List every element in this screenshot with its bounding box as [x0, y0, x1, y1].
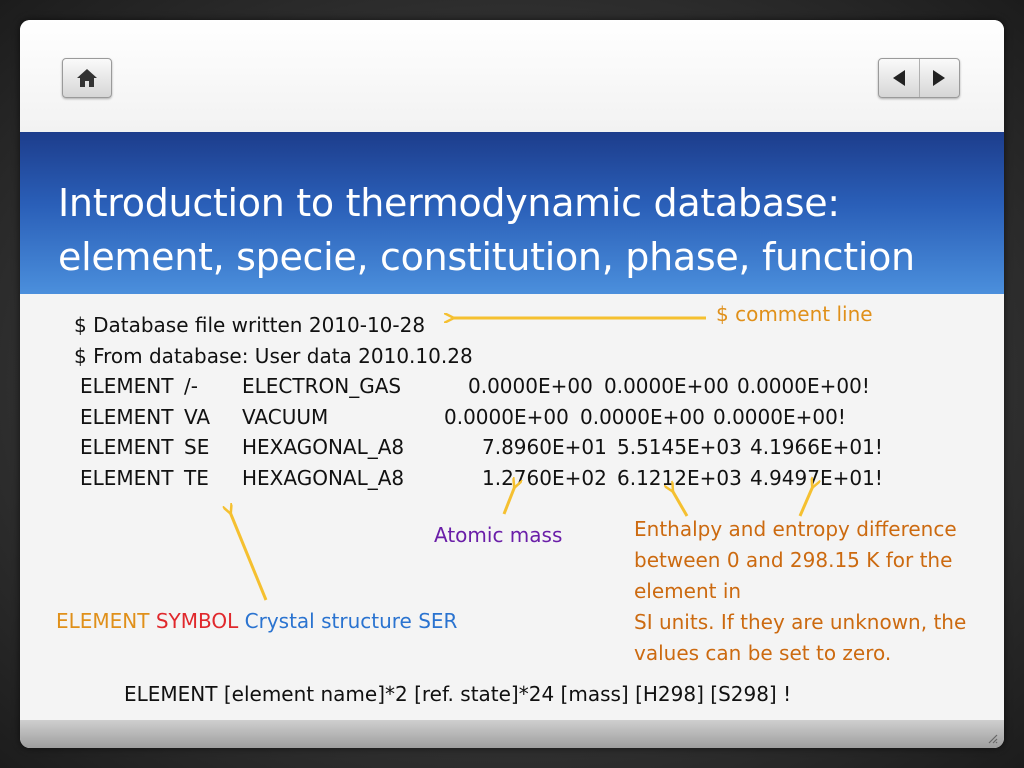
bottom-bar	[20, 720, 1004, 748]
slide-navigation	[878, 58, 960, 98]
s298-value: 4.1966E+01!	[750, 435, 883, 459]
triangle-right-icon	[933, 70, 946, 86]
s298-value: 0.0000E+00!	[713, 404, 846, 429]
slide-title: Introduction to thermodynamic database: …	[58, 176, 915, 284]
annotation-line: Enthalpy and entropy difference	[634, 517, 957, 541]
crystal-structure: VACUUM	[242, 404, 329, 429]
atomic-mass-value: 1.2760E+02	[482, 465, 607, 490]
element-symbol: TE	[184, 465, 209, 490]
comment-text: $ Database file written 2010-10-28	[74, 313, 426, 337]
annotation-line: values can be set to zero.	[634, 641, 892, 665]
home-button[interactable]	[62, 58, 112, 98]
legend-symbol: SYMBOL	[155, 609, 239, 633]
element-syntax-line: ELEMENT [element name]*2 [ref. state]*24…	[124, 682, 792, 706]
atomic-mass-value: 7.8960E+01	[482, 435, 607, 459]
element-keyword: ELEMENT	[80, 435, 174, 459]
atomic-mass-value: 0.0000E+00	[468, 374, 593, 398]
element-symbol: VA	[184, 404, 211, 429]
legend-element: ELEMENT	[56, 609, 150, 633]
crystal-structure: HEXAGONAL_A8	[242, 465, 405, 490]
element-legend: ELEMENT SYMBOL Crystal structure SER	[56, 609, 457, 633]
annotation-line: between 0 and 298.15 K for the	[634, 548, 953, 572]
top-toolbar	[20, 20, 1004, 132]
atomic-mass-value: 0.0000E+00	[444, 404, 569, 429]
slide-title-line-1: Introduction to thermodynamic database:	[58, 181, 840, 225]
atomic-mass-annotation: Atomic mass	[434, 523, 563, 547]
element-symbol: /-	[184, 374, 198, 398]
enthalpy-arrow-left	[672, 490, 689, 517]
title-banner: Introduction to thermodynamic database: …	[20, 132, 1004, 294]
comment-line-annotation: $ comment line	[716, 302, 873, 326]
h298-value: 0.0000E+00	[604, 374, 729, 398]
legend-structure: Crystal structure SER	[244, 609, 458, 633]
resize-grip-icon[interactable]	[986, 732, 998, 744]
enthalpy-entropy-annotation: Enthalpy and entropy difference between …	[634, 514, 994, 669]
element-keyword: ELEMENT	[80, 404, 174, 429]
annotation-line: SI units. If they are unknown, the	[634, 610, 967, 634]
h298-value: 5.5145E+03	[617, 435, 742, 459]
triangle-left-icon	[892, 70, 905, 86]
h298-value: 6.1212E+03	[617, 465, 742, 490]
home-icon	[77, 69, 97, 87]
crystal-structure: ELECTRON_GAS	[242, 374, 402, 398]
s298-value: 0.0000E+00!	[737, 374, 870, 398]
slide-title-line-2: element, specie, constitution, phase, fu…	[58, 235, 915, 279]
slide: Introduction to thermodynamic database: …	[20, 20, 1004, 748]
crystal-structure: HEXAGONAL_A8	[242, 435, 405, 459]
s298-value: 4.9497E+01!	[750, 465, 883, 490]
element-symbol: SE	[184, 435, 210, 459]
next-slide-button[interactable]	[918, 59, 960, 97]
element-keyword: ELEMENT	[80, 465, 174, 490]
legend-arrow	[230, 512, 268, 601]
annotation-line: element in	[634, 579, 742, 603]
element-keyword: ELEMENT	[80, 374, 174, 398]
comment-text: $ From database: User data 2010.10.28	[74, 343, 473, 368]
h298-value: 0.0000E+00	[580, 404, 705, 429]
previous-slide-button[interactable]	[879, 59, 919, 97]
